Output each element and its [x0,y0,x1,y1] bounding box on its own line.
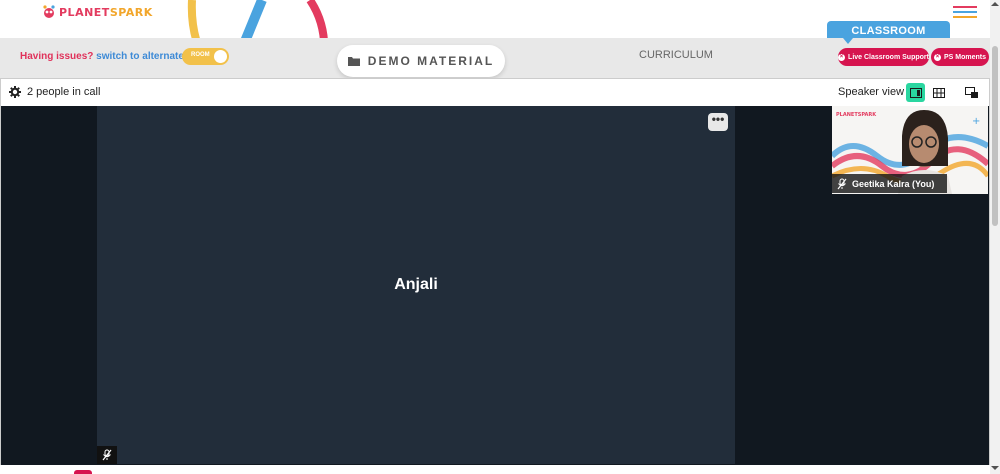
self-participant-name: Geetika Kalra (You) [852,178,935,189]
ps-moments-label: PS Moments [943,53,986,61]
ps-moments-button[interactable]: × PS Moments [931,48,989,66]
self-tile-logo: PLANETSPARK [836,112,877,118]
speaker-layout-icon [909,87,922,98]
self-participant-label: Geetika Kalra (You) [832,174,947,193]
tab-classroom[interactable]: CLASSROOM [827,21,950,38]
bottom-strip [0,465,990,474]
speaker-view-label: Speaker view [838,86,905,98]
main-participant-name: Anjali [394,276,438,293]
close-circle-icon: × [933,53,941,61]
live-support-label: Live Classroom Support [848,53,929,61]
gear-icon[interactable] [9,86,21,98]
demo-material-label: DEMO MATERIAL [367,54,495,68]
scrollbar-thumb[interactable] [992,46,998,226]
classroom-tab-label: CLASSROOM [851,25,926,37]
speaker-view-button[interactable] [906,83,925,102]
live-classroom-support-button[interactable]: × Live Classroom Support [838,48,929,66]
grid-view-button[interactable] [929,83,948,102]
self-muted-mic-icon [837,178,847,189]
people-in-call-count: 2 people in call [27,86,101,98]
planet-logo-icon [42,5,56,19]
logo-text: PLANETSPARK [59,5,153,19]
picture-in-picture-icon [965,87,978,98]
room-toggle-label: ROOM [191,52,210,58]
picture-in-picture-button[interactable] [962,83,981,102]
bottom-badge[interactable] [74,470,92,474]
toggle-knob [214,50,227,63]
close-circle-icon: × [838,53,846,61]
hamburger-menu-icon[interactable] [953,6,977,20]
main-participant-muted-mic-icon [97,446,117,464]
more-options-button[interactable]: ••• [708,113,728,131]
demo-material-button[interactable]: DEMO MATERIAL [337,45,505,77]
folder-icon [347,57,360,66]
svg-text:+: + [972,116,980,127]
planetspark-logo[interactable]: PLANETSPARK [42,5,153,19]
page-root: PLANETSPARK CLASSROOM Having issues? swi… [0,0,1000,474]
scroll-up-arrow-icon[interactable] [991,2,999,6]
grid-layout-icon [932,87,945,98]
scroll-down-arrow-icon[interactable] [991,466,999,470]
room-toggle[interactable]: ROOM [182,48,229,65]
curriculum-tab[interactable]: CURRICULUM [639,49,713,61]
classroom-tab-pointer [843,38,853,44]
